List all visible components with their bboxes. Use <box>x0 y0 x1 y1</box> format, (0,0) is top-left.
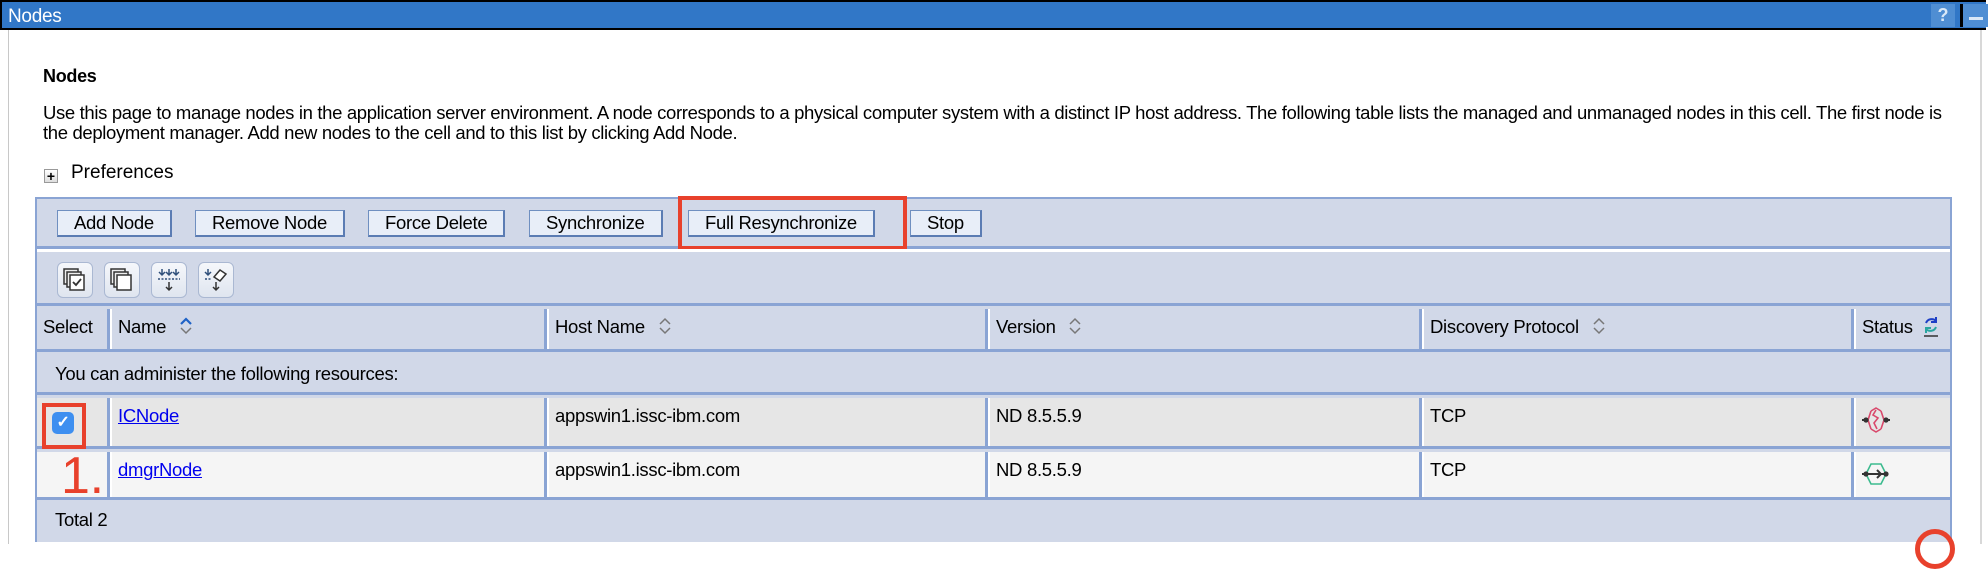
help-button[interactable]: ? <box>1931 4 1955 27</box>
status-cell <box>1854 452 1950 497</box>
node-not-synchronized-icon <box>1861 407 1891 438</box>
sort-icon[interactable] <box>1068 317 1082 335</box>
expand-plus-icon[interactable]: + <box>44 169 58 183</box>
table-icon-bar <box>37 252 1950 306</box>
help-icon: ? <box>1937 5 1949 25</box>
annotation-highlight-box <box>42 403 86 449</box>
column-header-host-label[interactable]: Host Name <box>555 316 645 337</box>
sort-icon[interactable] <box>1592 317 1606 335</box>
version-cell: ND 8.5.5.9 <box>988 452 1422 497</box>
total-count: Total 2 <box>55 509 108 530</box>
deselect-all-icon[interactable] <box>104 262 140 298</box>
select-cell: ✓ <box>37 398 110 449</box>
name-cell: dmgrNode <box>110 452 547 497</box>
nodes-collection-table: Add Node Remove Node Force Delete Synchr… <box>35 196 1955 569</box>
protocol-cell: TCP <box>1422 452 1854 497</box>
name-cell: ICNode <box>110 398 547 446</box>
select-all-icon[interactable] <box>57 262 93 298</box>
add-node-button[interactable]: Add Node <box>57 210 172 237</box>
annotation-step-1: 1. <box>61 452 104 497</box>
sort-icon[interactable] <box>658 317 672 335</box>
column-header-name-label[interactable]: Name <box>118 316 166 337</box>
column-header-status: Status <box>1854 309 1950 349</box>
content-left-border <box>8 30 9 544</box>
table-header-row: Select Name Host Name Version Discovery … <box>37 309 1950 352</box>
table-info-row: You can administer the following resourc… <box>37 355 1950 395</box>
table-row: ✓ ICNode appswin1.issc-ibm.com ND 8.5.5.… <box>37 398 1950 449</box>
content-right-border <box>1980 30 1982 544</box>
node-link[interactable]: dmgrNode <box>118 459 202 480</box>
remove-node-button[interactable]: Remove Node <box>195 210 345 237</box>
column-header-version-label[interactable]: Version <box>996 316 1056 337</box>
column-header-host-name[interactable]: Host Name <box>547 309 988 349</box>
info-text: You can administer the following resourc… <box>55 363 399 384</box>
page-title: Nodes <box>43 66 97 86</box>
column-header-select: Select <box>37 309 110 349</box>
clear-filter-icon[interactable] <box>198 262 234 298</box>
page-description: Use this page to manage nodes in the app… <box>43 102 1942 143</box>
preferences-toggle[interactable]: + Preferences <box>44 162 173 184</box>
synchronize-button[interactable]: Synchronize <box>529 210 663 237</box>
preferences-label[interactable]: Preferences <box>71 162 173 184</box>
protocol-cell: TCP <box>1422 398 1854 446</box>
minimize-icon <box>1968 17 1983 20</box>
version-cell: ND 8.5.5.9 <box>988 398 1422 446</box>
node-link[interactable]: ICNode <box>118 405 179 426</box>
minimize-button[interactable] <box>1960 4 1988 27</box>
node-synchronized-icon <box>1861 461 1891 492</box>
table-row: 1. dmgrNode appswin1.issc-ibm.com ND 8.5… <box>37 452 1950 500</box>
force-delete-button[interactable]: Force Delete <box>368 210 506 237</box>
filter-icon[interactable] <box>151 262 187 298</box>
status-cell <box>1854 398 1950 446</box>
window-title: Nodes <box>8 6 62 27</box>
refresh-status-icon[interactable] <box>1922 315 1938 337</box>
sort-ascending-icon[interactable] <box>179 317 193 335</box>
host-cell: appswin1.issc-ibm.com <box>547 452 988 497</box>
full-resynchronize-button[interactable]: Full Resynchronize <box>688 210 875 237</box>
column-header-discovery-protocol[interactable]: Discovery Protocol <box>1422 309 1854 349</box>
column-header-name[interactable]: Name <box>110 309 547 349</box>
annotation-step-2-marker <box>1915 529 1955 569</box>
host-cell: appswin1.issc-ibm.com <box>547 398 988 446</box>
column-header-status-label: Status <box>1862 316 1913 337</box>
table-total-row: Total 2 <box>37 503 1950 542</box>
column-header-protocol-label[interactable]: Discovery Protocol <box>1430 316 1579 337</box>
portlet-titlebar: Nodes ? <box>0 0 1988 30</box>
column-header-version[interactable]: Version <box>988 309 1422 349</box>
button-bar: Add Node Remove Node Force Delete Synchr… <box>37 196 1950 252</box>
select-cell: 1. <box>37 452 110 497</box>
stop-button[interactable]: Stop <box>910 210 982 237</box>
